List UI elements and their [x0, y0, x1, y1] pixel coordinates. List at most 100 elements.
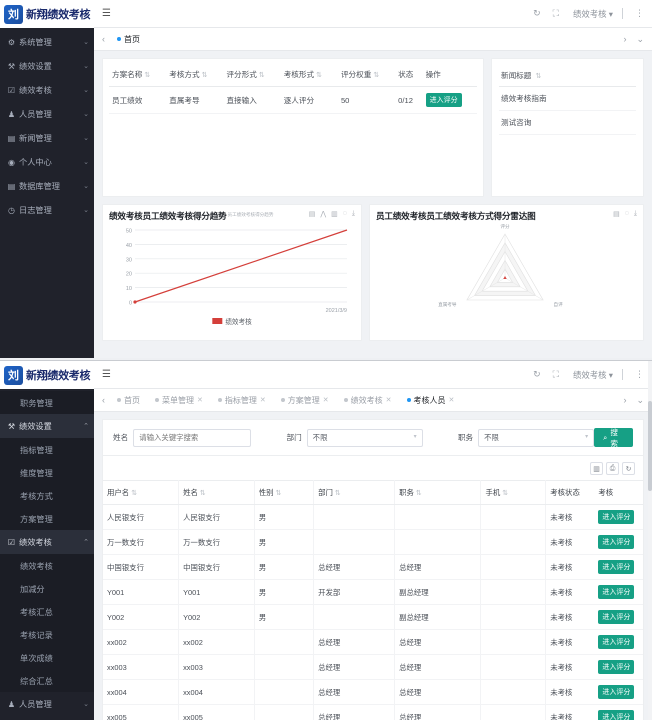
tab-next-button[interactable]: ›: [618, 34, 631, 44]
tab-prev-button[interactable]: ‹: [97, 34, 110, 44]
tab-0[interactable]: 首页: [110, 393, 147, 408]
sidebar-item-6[interactable]: ☑绩效考核⌃: [0, 530, 94, 554]
sidebar-subitem-9[interactable]: 考核汇总: [0, 600, 94, 623]
download-icon[interactable]: ⤓: [634, 210, 637, 218]
dept-select[interactable]: 不限 ▾: [307, 429, 423, 447]
people-col-0[interactable]: 用户名⇅: [103, 481, 179, 505]
line-bar-toggle-icon[interactable]: ⋀: [320, 210, 326, 218]
brand[interactable]: 刘 新翔绩效考核: [0, 361, 94, 389]
vertical-scrollbar[interactable]: [648, 361, 652, 720]
brand[interactable]: 刘 新翔绩效考核: [0, 0, 94, 28]
fullscreen-icon[interactable]: ⛶: [553, 369, 559, 380]
tab-dropdown-button[interactable]: ⌄: [631, 34, 649, 45]
enter-score-button[interactable]: 进入评分: [598, 685, 634, 699]
news-header[interactable]: 新闻标题 ⇅: [499, 65, 636, 87]
download-icon[interactable]: ⤓: [352, 210, 355, 218]
sidebar-item-5[interactable]: ◉个人中心⌄: [0, 150, 94, 174]
close-icon[interactable]: ✕: [386, 396, 392, 404]
sidebar-item-6[interactable]: ▤数据库管理⌄: [0, 174, 94, 198]
people-col-4[interactable]: 职务⇅: [395, 481, 481, 505]
tab-0[interactable]: 首页: [110, 32, 147, 47]
close-icon[interactable]: ✕: [260, 396, 266, 404]
enter-score-button[interactable]: 进入评分: [426, 93, 462, 107]
sidebar-subitem-10[interactable]: 考核记录: [0, 623, 94, 646]
enter-score-button[interactable]: 进入评分: [598, 560, 634, 574]
people-col-5[interactable]: 手机⇅: [481, 481, 546, 505]
refresh-icon[interactable]: ↻: [622, 462, 635, 475]
title-select[interactable]: 不限 ▾: [478, 429, 594, 447]
sidebar-subitem-11[interactable]: 单次成绩: [0, 646, 94, 669]
refresh-icon[interactable]: ↻: [533, 8, 541, 19]
enter-score-button[interactable]: 进入评分: [598, 660, 634, 674]
enter-score-button[interactable]: 进入评分: [598, 635, 634, 649]
sort-icon[interactable]: ⇅: [131, 490, 137, 497]
sort-icon[interactable]: ⇅: [373, 72, 379, 79]
tab-prev-button[interactable]: ‹: [97, 395, 110, 405]
sort-icon[interactable]: ⇅: [202, 72, 208, 79]
sort-icon[interactable]: ⇅: [259, 72, 265, 79]
sidebar-subitem-4[interactable]: 考核方式: [0, 484, 94, 507]
scheme-col-2[interactable]: 评分形式⇅: [223, 63, 280, 87]
user-menu[interactable]: 绩效考核 ▾: [573, 8, 613, 20]
columns-icon[interactable]: ▥: [590, 462, 603, 475]
data-view-icon[interactable]: ▤: [309, 210, 316, 218]
people-col-2[interactable]: 性别⇅: [254, 481, 313, 505]
sort-icon[interactable]: ⇅: [502, 490, 508, 497]
tab-5[interactable]: 考核人员✕: [400, 393, 462, 408]
scheme-col-4[interactable]: 评分权重⇅: [338, 63, 395, 87]
sidebar-subitem-5[interactable]: 方案管理: [0, 507, 94, 530]
scheme-col-3[interactable]: 考核形式⇅: [281, 63, 338, 87]
close-icon[interactable]: ✕: [197, 396, 203, 404]
search-input[interactable]: [133, 429, 251, 447]
people-col-6[interactable]: 考核状态: [546, 481, 595, 505]
scheme-col-5[interactable]: 状态: [395, 63, 422, 87]
refresh-icon[interactable]: ↻: [533, 369, 541, 380]
sidebar-item-3[interactable]: ♟人员管理⌄: [0, 102, 94, 126]
close-icon[interactable]: ✕: [449, 396, 455, 404]
sort-icon[interactable]: ⇅: [335, 490, 341, 497]
data-view-icon[interactable]: ▤: [613, 210, 620, 218]
enter-score-button[interactable]: 进入评分: [598, 585, 634, 599]
people-col-7[interactable]: 考核: [594, 481, 643, 505]
menu-icon[interactable]: ☰: [102, 369, 110, 380]
tab-3[interactable]: 方案管理✕: [274, 393, 336, 408]
sort-icon[interactable]: ⇅: [200, 490, 206, 497]
sidebar-subitem-3[interactable]: 维度管理: [0, 461, 94, 484]
more-icon[interactable]: ⋮: [635, 369, 644, 380]
tab-2[interactable]: 指标管理✕: [211, 393, 273, 408]
sidebar-item-14[interactable]: ▤新闻管理⌄: [0, 716, 94, 720]
scrollbar-thumb[interactable]: [648, 401, 652, 491]
sort-icon[interactable]: ⇅: [275, 490, 281, 497]
line-chart-legend[interactable]: 绩效考核: [212, 316, 251, 326]
sort-icon[interactable]: ⇅: [316, 72, 322, 79]
people-col-3[interactable]: 部门⇅: [314, 481, 395, 505]
sidebar-subitem-7[interactable]: 绩效考核: [0, 554, 94, 577]
sidebar-item-0[interactable]: ⚙系统管理⌄: [0, 30, 94, 54]
tab-next-button[interactable]: ›: [618, 395, 631, 405]
sidebar-subitem-2[interactable]: 指标管理: [0, 438, 94, 461]
restore-icon[interactable]: ◌: [625, 210, 629, 218]
sidebar-item-2[interactable]: ☑绩效考核⌄: [0, 78, 94, 102]
close-icon[interactable]: ✕: [323, 396, 329, 404]
sidebar-item-7[interactable]: ◷日志管理⌄: [0, 198, 94, 222]
people-col-1[interactable]: 姓名⇅: [179, 481, 255, 505]
enter-score-button[interactable]: 进入评分: [598, 535, 634, 549]
tab-1[interactable]: 菜单管理✕: [148, 393, 210, 408]
sort-icon[interactable]: ⇅: [144, 72, 150, 79]
sidebar-subitem-8[interactable]: 加减分: [0, 577, 94, 600]
fullscreen-icon[interactable]: ⛶: [553, 8, 559, 19]
enter-score-button[interactable]: 进入评分: [598, 610, 634, 624]
enter-score-button[interactable]: 进入评分: [598, 710, 634, 720]
sidebar-item-4[interactable]: ▤新闻管理⌄: [0, 126, 94, 150]
sidebar-item-1[interactable]: ⚒绩效设置⌄: [0, 54, 94, 78]
tab-4[interactable]: 绩效考核✕: [337, 393, 399, 408]
news-item-1[interactable]: 测试咨询: [499, 111, 636, 135]
sidebar-item-1[interactable]: ⚒绩效设置⌃: [0, 414, 94, 438]
more-icon[interactable]: ⋮: [635, 8, 644, 19]
sidebar-item-13[interactable]: ♟人员管理⌄: [0, 692, 94, 716]
scheme-col-1[interactable]: 考核方式⇅: [166, 63, 223, 87]
scheme-col-6[interactable]: 操作: [423, 63, 477, 87]
restore-icon[interactable]: ◌: [343, 210, 347, 218]
news-item-0[interactable]: 绩效考核指南: [499, 87, 636, 111]
search-button[interactable]: ⌕ 搜索: [594, 428, 633, 447]
